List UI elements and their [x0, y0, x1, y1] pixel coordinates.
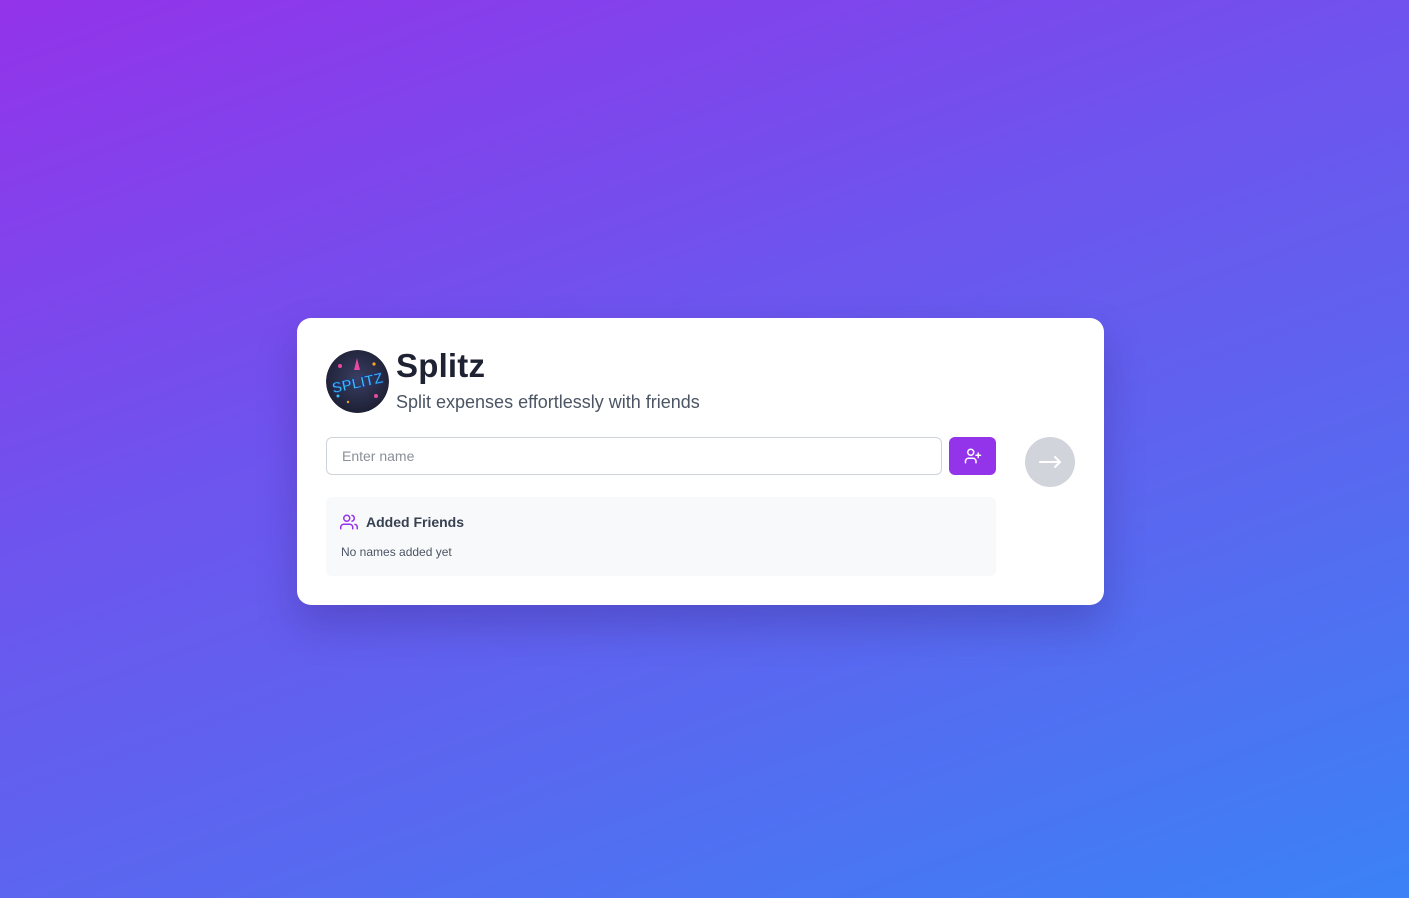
empty-friends-message: No names added yet	[341, 545, 452, 559]
user-plus-icon	[964, 447, 982, 465]
add-friend-button[interactable]	[949, 437, 996, 475]
splitz-logo: SPLITZ	[326, 350, 389, 413]
added-friends-panel: Added Friends No names added yet	[326, 497, 996, 576]
added-friends-title: Added Friends	[366, 514, 465, 530]
arrow-right-icon	[1038, 450, 1062, 474]
app-title: Splitz	[396, 347, 486, 384]
next-button[interactable]	[1025, 437, 1075, 487]
name-input[interactable]	[326, 437, 942, 475]
users-icon	[340, 513, 358, 531]
main-card: SPLITZ Splitz Split expenses effortlessl…	[297, 318, 1104, 605]
app-subtitle: Split expenses effortlessly with friends	[396, 392, 700, 412]
added-friends-header: Added Friends	[340, 513, 464, 531]
